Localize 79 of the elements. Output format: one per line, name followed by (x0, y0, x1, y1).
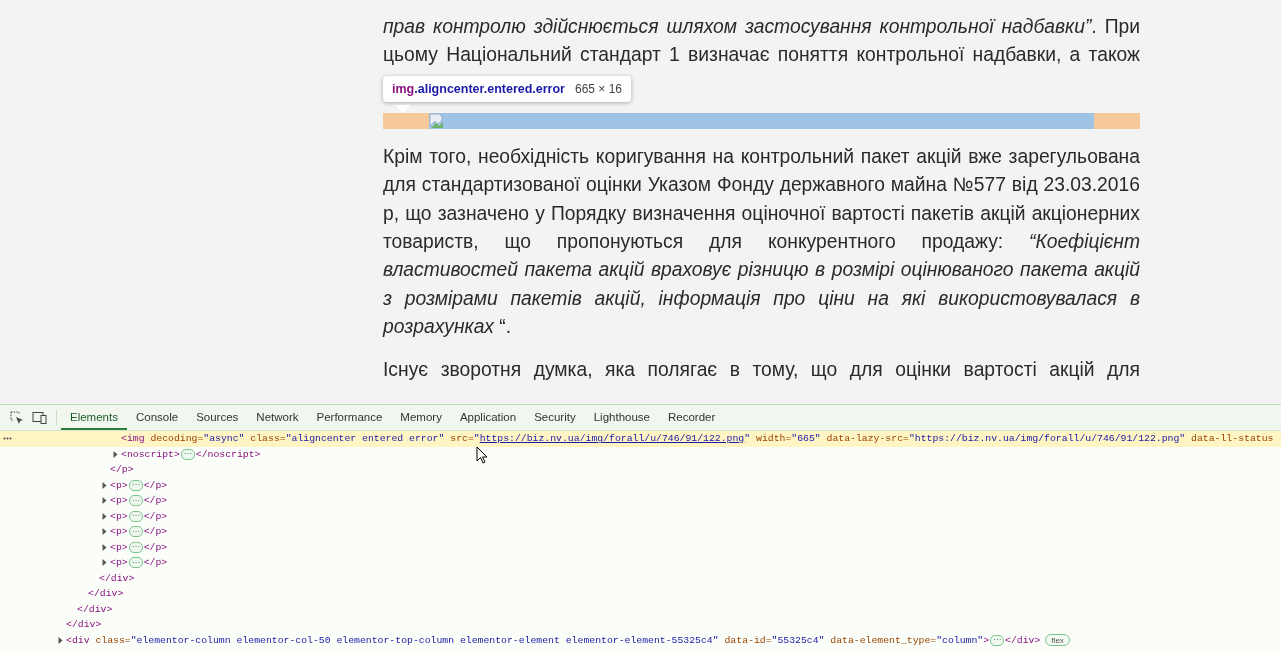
tag-name: </div> (1005, 634, 1041, 646)
tag-name: </noscript> (195, 448, 261, 460)
attribute-name: src= (449, 433, 474, 445)
dom-row[interactable]: <noscript> ⋯ </noscript> (0, 446, 1281, 462)
attribute-value: "aligncenter entered error" (285, 433, 445, 445)
attribute-value: "column" (936, 634, 984, 646)
attribute-name: class= (94, 634, 131, 646)
expand-ellipsis-button[interactable]: ⋯ (180, 448, 195, 460)
devtools-tab[interactable]: Network (247, 405, 308, 430)
article-paragraph: Крім того, необхідність коригування на контрольний пакет акцій вже зарегульована для стандартизованої оцінки Указом Фонду державного майна №577 від 23.03.2016 р, що зазначено у Порядку визначення оціночної вартості пакетів акцій акціонерних товариств, що пропонуються для конкурентного продажу: “Коефіцієнт властивостей пакета акцій враховує різницю в розмірі оцінюваного пакета акцій з розмірами пакетів акцій, інформація про ціни на які використовувалася в розрахунках “. (383, 144, 1140, 340)
article-paragraph: Існує зворотня думка, яка полягає в тому, що для оцінки вартості акцій для (383, 357, 1140, 382)
dom-row[interactable]: <img decoding="async" class="aligncenter entered error" src="https://biz.nv.ua/img/forall/u/746/91/122.png" width="665" data-lazy-src="https://biz.nv.ua/img/forall/u/746/91/122.png" data-ll-status (0, 431, 1281, 447)
tag-name: <noscript> (121, 448, 180, 460)
tag-name: <p> (110, 541, 128, 553)
tag-name: </p> (143, 495, 168, 507)
more-dots-icon[interactable] (3, 437, 12, 440)
tag-name: <p> (110, 479, 128, 491)
tag-name: </div> (99, 572, 135, 584)
tag-name: </p> (143, 557, 168, 569)
tag-name: <p> (110, 526, 128, 538)
attribute-value: " (744, 433, 751, 445)
expand-ellipsis-button[interactable]: ⋯ (128, 541, 143, 553)
tag-name: </div> (66, 619, 102, 631)
devtools-tab[interactable]: Recorder (659, 405, 725, 430)
dom-row[interactable]: <div class="elementor-column elementor-col-50 elementor-top-column elementor-element elementor-element-55325c4" data-id="55325c4" data-element_type="column"> ⋯ </div> flex (0, 632, 1281, 648)
dom-row[interactable]: <p> ⋯ </p> (0, 508, 1281, 524)
tag-name: </p> (143, 510, 168, 522)
devtools-tab[interactable]: Performance (307, 405, 392, 430)
devtools-tab[interactable]: Security (525, 405, 585, 430)
tag-name: <p> (110, 510, 128, 522)
devtools-tab[interactable]: Memory (391, 405, 451, 430)
tag-name: > (983, 634, 990, 646)
mouse-pointer-icon (476, 446, 487, 464)
link[interactable]: https://biz.nv.ua/img/forall/u/746/91/122.png (479, 433, 745, 445)
dom-row[interactable]: <p> ⋯ </p> (0, 539, 1281, 555)
tag-name: <p> (110, 557, 128, 569)
attribute-name: decoding= (149, 433, 204, 445)
attribute-value: "55325c4" (771, 634, 825, 646)
tag-name: </p> (110, 464, 134, 476)
dom-row[interactable]: <p> ⋯ </p> (0, 477, 1281, 493)
element-selector: img.aligncenter.entered.error (392, 81, 565, 96)
tooltip-pointer-icon (395, 104, 411, 113)
expand-ellipsis-button[interactable]: ⋯ (990, 634, 1005, 646)
caret-right-icon[interactable] (58, 636, 63, 644)
expand-ellipsis-button[interactable]: ⋯ (128, 495, 143, 507)
attribute-name: data-element_type= (829, 634, 937, 646)
flex-badge[interactable]: flex (1045, 634, 1070, 647)
attribute-name: data-id= (723, 634, 772, 646)
dom-row[interactable]: <p> ⋯ </p> (0, 493, 1281, 509)
expand-ellipsis-button[interactable]: ⋯ (128, 526, 143, 538)
element-size: 665 × 16 (575, 81, 623, 96)
expand-ellipsis-button[interactable]: ⋯ (128, 479, 143, 491)
tag-name: </div> (77, 603, 113, 615)
attribute-value: "async" (203, 433, 245, 445)
attribute-value: "665" (791, 433, 821, 445)
dom-row[interactable]: <p> ⋯ </p> (0, 524, 1281, 540)
expand-ellipsis-button[interactable]: ⋯ (128, 510, 143, 522)
attribute-name: data-lazy-src= (825, 433, 909, 445)
tag-name: <img (121, 433, 145, 445)
devtools-tab[interactable]: Console (126, 405, 188, 430)
tag-name: </p> (143, 479, 168, 491)
dom-row[interactable]: <p> ⋯ </p> (0, 555, 1281, 571)
attribute-name: class= (249, 433, 286, 445)
devtools-tab[interactable]: Application (450, 405, 526, 430)
devtools-tab[interactable]: Sources (187, 405, 248, 430)
tag-name: </p> (143, 541, 168, 553)
tag-name: <div (66, 634, 90, 646)
article-paragraph: прав контролю здійснюється шляхом застосування контрольної надбавки”. При цьому Національний стандарт 1 визначає поняття контрольної надбавки, а також (383, 15, 1140, 68)
devtools-tab[interactable]: Lighthouse (584, 405, 659, 430)
tag-name: </div> (88, 588, 124, 600)
attribute-value: " (473, 433, 480, 445)
tag-name: </p> (143, 526, 168, 538)
attribute-value: "https://biz.nv.ua/img/forall/u/746/91/122.png" (908, 433, 1186, 445)
attribute-name: width= (755, 433, 792, 445)
attribute-value: "elementor-column elementor-col-50 elementor-top-column elementor-element elementor-element-55325c4" (130, 634, 719, 646)
expand-ellipsis-button[interactable]: ⋯ (128, 557, 143, 569)
attribute-name: data-ll-status (1190, 433, 1274, 445)
tag-name: <p> (110, 495, 128, 507)
caret-right-icon[interactable] (113, 450, 118, 458)
